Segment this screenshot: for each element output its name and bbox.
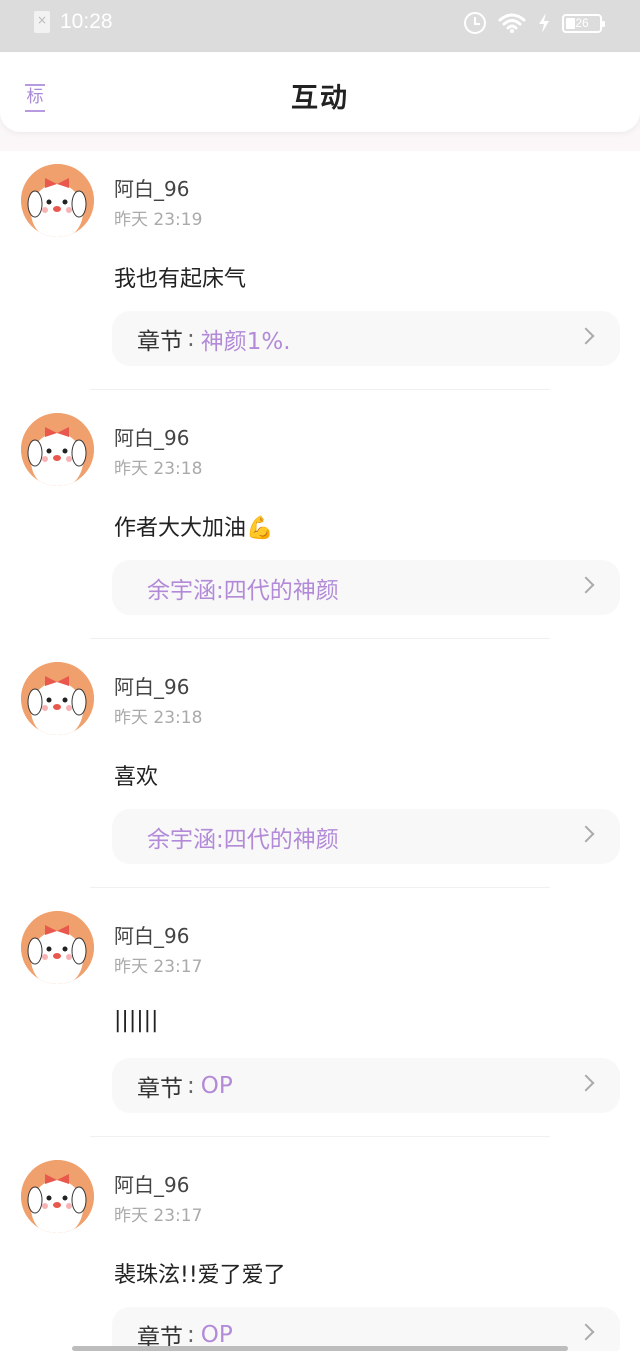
list-item[interactable]: 阿白_96 昨天 23:19 我也有起床气 章节 : 神颜1%. [0, 151, 640, 400]
chapter-link[interactable]: 章节 : 神颜1%. [112, 311, 620, 366]
dog-avatar-icon [21, 911, 94, 984]
battery-icon: 26 [562, 13, 605, 33]
chevron-right-icon [577, 576, 595, 594]
chapter-colon: : [187, 1321, 195, 1348]
chapter-name: OP [200, 1072, 233, 1099]
avatar[interactable] [21, 413, 94, 486]
sim-icon [34, 11, 50, 33]
list-item[interactable]: 阿白_96 昨天 23:17 |||||| 章节 : OP [0, 898, 640, 1147]
status-right: 26 [464, 12, 605, 34]
username[interactable]: 阿白_96 [114, 920, 189, 949]
chapter-name: 余宇涵:四代的神颜 [147, 577, 339, 604]
username[interactable]: 阿白_96 [114, 173, 189, 202]
dog-avatar-icon [21, 413, 94, 486]
chevron-right-icon [577, 1323, 595, 1341]
chevron-right-icon [577, 1074, 595, 1092]
app-header: 标 互动 [0, 52, 640, 132]
chapter-link[interactable]: 章节 : OP [112, 1058, 620, 1113]
chapter-link[interactable]: 余宇涵:四代的神颜 [112, 809, 620, 864]
timestamp: 昨天 23:18 [114, 708, 203, 728]
alarm-icon [464, 12, 486, 34]
status-bar: 10:28 26 [0, 0, 640, 52]
chapter-name: OP [200, 1321, 233, 1348]
list-item[interactable]: 阿白_96 昨天 23:17 裴珠泫!!爱了爱了 章节 : OP [0, 1147, 640, 1351]
comment-text: 喜欢 [114, 765, 159, 790]
chapter-name: 余宇涵:四代的神颜 [147, 826, 339, 853]
chapter-link[interactable]: 章节 : OP [112, 1307, 620, 1351]
dog-avatar-icon [21, 164, 94, 237]
wifi-icon [498, 13, 526, 33]
chapter-prefix: 章节 [137, 328, 183, 355]
chevron-right-icon [577, 825, 595, 843]
list-item[interactable]: 阿白_96 昨天 23:18 喜欢 余宇涵:四代的神颜 [0, 649, 640, 898]
divider [90, 887, 550, 888]
status-time: 10:28 [60, 10, 113, 33]
avatar[interactable] [21, 1160, 94, 1233]
username[interactable]: 阿白_96 [114, 671, 189, 700]
comment-text: 作者大大加油💪 [114, 516, 274, 541]
divider [90, 389, 550, 390]
battery-level [566, 17, 575, 29]
avatar[interactable] [21, 164, 94, 237]
interaction-list: 阿白_96 昨天 23:19 我也有起床气 章节 : 神颜1%. 阿白_96 昨… [0, 151, 640, 1351]
chevron-right-icon [577, 327, 595, 345]
comment-text: 裴珠泫!!爱了爱了 [114, 1263, 286, 1288]
divider [90, 638, 550, 639]
bolt-icon [539, 13, 549, 33]
username[interactable]: 阿白_96 [114, 1169, 189, 1198]
chapter-colon: : [187, 1072, 195, 1099]
chapter-prefix: 章节 [137, 1075, 183, 1102]
username[interactable]: 阿白_96 [114, 422, 189, 451]
timestamp: 昨天 23:19 [114, 210, 203, 230]
status-left: 10:28 [34, 10, 113, 34]
comment-text: 我也有起床气 [114, 267, 247, 292]
timestamp: 昨天 23:17 [114, 1206, 203, 1226]
timestamp: 昨天 23:17 [114, 957, 203, 977]
page-title: 互动 [291, 83, 349, 114]
timestamp: 昨天 23:18 [114, 459, 203, 479]
dog-avatar-icon [21, 1160, 94, 1233]
comment-text: |||||| [114, 1008, 159, 1033]
chapter-colon: : [187, 325, 195, 352]
list-item[interactable]: 阿白_96 昨天 23:18 作者大大加油💪 余宇涵:四代的神颜 [0, 400, 640, 649]
chapter-name: 神颜1%. [200, 328, 291, 355]
chapter-link[interactable]: 余宇涵:四代的神颜 [112, 560, 620, 615]
avatar[interactable] [21, 911, 94, 984]
home-indicator[interactable] [72, 1346, 568, 1351]
avatar[interactable] [21, 662, 94, 735]
dog-avatar-icon [21, 662, 94, 735]
battery-text: 26 [575, 16, 589, 30]
divider [90, 1136, 550, 1137]
